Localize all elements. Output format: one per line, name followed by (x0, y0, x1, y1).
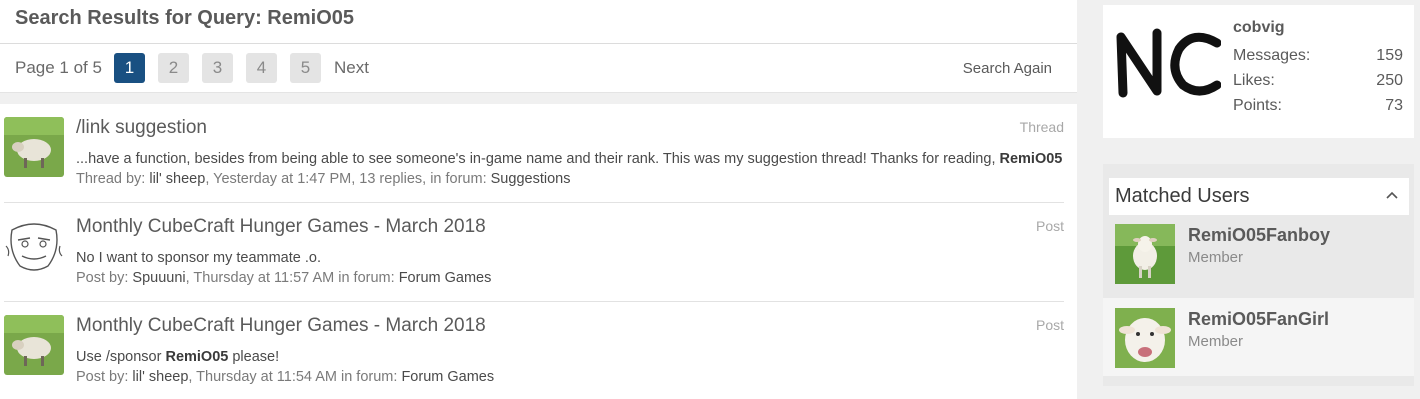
stat-points: Points: 73 (1233, 97, 1403, 115)
chevron-up-icon[interactable] (1385, 188, 1399, 202)
page-button-2[interactable]: 2 (157, 53, 189, 83)
search-results-panel: Search Results for Query: RemiO05 Page 1… (0, 0, 1077, 399)
search-result-item: Monthly CubeCraft Hunger Games - March 2… (4, 302, 1064, 399)
stat-value: 250 (1376, 72, 1403, 89)
forum-link[interactable]: Forum Games (399, 270, 492, 286)
lamb-avatar[interactable] (1115, 224, 1175, 284)
meta-details: , Thursday at 11:57 AM in forum: (185, 270, 399, 286)
snippet-text: Use /sponsor (76, 349, 166, 365)
pagination-bar: Page 1 of 5 1 2 3 4 5 Next Search Again (0, 44, 1077, 92)
author-link[interactable]: Spuuuni (132, 270, 185, 286)
page-button-4[interactable]: 4 (245, 53, 277, 83)
result-title-link[interactable]: /link suggestion (76, 117, 207, 139)
snippet-text-end: please! (228, 349, 280, 365)
stat-likes: Likes: 250 (1233, 72, 1403, 90)
stat-label: Points: (1233, 97, 1282, 114)
sheep-avatar[interactable] (4, 117, 64, 177)
title-bar: Search Results for Query: RemiO05 (0, 0, 1077, 44)
result-snippet: No I want to sponsor my teammate .o. (76, 250, 321, 266)
result-meta: Thread by: lil' sheep, Yesterday at 1:47… (76, 171, 570, 187)
search-result-item: Monthly CubeCraft Hunger Games - March 2… (4, 203, 1064, 302)
user-role-label: Member (1188, 249, 1244, 266)
snippet-text: No I want to sponsor my teammate .o. (76, 250, 321, 266)
page-count-label: Page 1 of 5 (15, 58, 102, 77)
user-role-label: Member (1188, 333, 1244, 350)
result-snippet: ...have a function, besides from being a… (76, 151, 1062, 167)
matched-username-link[interactable]: RemiO05FanGirl (1188, 309, 1329, 330)
stat-label: Messages: (1233, 47, 1311, 64)
sketch-face-avatar[interactable] (4, 216, 64, 276)
meta-prefix: Thread by: (76, 171, 150, 187)
matched-user-item[interactable]: RemiO05FanGirl Member (1103, 298, 1414, 376)
profile-avatar[interactable] (1113, 19, 1221, 109)
page-title: Search Results for Query: RemiO05 (15, 7, 355, 29)
user-profile-card: cobvig Messages: 159 Likes: 250 Points: … (1103, 5, 1414, 138)
result-type-label: Thread (1019, 119, 1064, 135)
page-button-3[interactable]: 3 (201, 53, 233, 83)
result-type-label: Post (1035, 218, 1064, 234)
snippet-text: ...have a function, besides from being a… (76, 151, 1000, 167)
page-button-5[interactable]: 5 (289, 53, 321, 83)
meta-details: , Thursday at 11:54 AM in forum: (188, 369, 402, 385)
snippet-highlight: RemiO05 (999, 151, 1063, 167)
snippet-highlight: RemiO05 (165, 349, 229, 365)
profile-username-link[interactable]: cobvig (1233, 19, 1285, 37)
section-divider (0, 92, 1077, 104)
search-result-item: /link suggestion Thread ...have a functi… (4, 104, 1064, 203)
matched-users-panel: Matched Users RemiO05Fanboy Member RemiO… (1103, 164, 1414, 386)
forum-link[interactable]: Forum Games (401, 369, 494, 385)
meta-prefix: Post by: (76, 270, 133, 286)
result-snippet: Use /sponsor RemiO05 please! (76, 349, 279, 365)
meta-details: , Yesterday at 1:47 PM, 13 replies, in f… (205, 171, 491, 187)
matched-username-link[interactable]: RemiO05Fanboy (1188, 225, 1330, 246)
stat-messages: Messages: 159 (1233, 47, 1403, 65)
lamb-avatar[interactable] (1115, 308, 1175, 368)
stat-value: 73 (1385, 97, 1403, 114)
sheep-avatar[interactable] (4, 315, 64, 375)
result-meta: Post by: lil' sheep, Thursday at 11:54 A… (76, 369, 494, 385)
result-title-link[interactable]: Monthly CubeCraft Hunger Games - March 2… (76, 315, 486, 337)
matched-users-header: Matched Users (1109, 178, 1409, 215)
author-link[interactable]: lil' sheep (149, 171, 205, 187)
matched-users-title: Matched Users (1115, 185, 1250, 207)
author-link[interactable]: lil' sheep (132, 369, 188, 385)
matched-user-item[interactable]: RemiO05Fanboy Member (1103, 214, 1414, 292)
page-button-1[interactable]: 1 (113, 53, 145, 83)
meta-prefix: Post by: (76, 369, 133, 385)
stat-label: Likes: (1233, 72, 1275, 89)
search-again-link[interactable]: Search Again (963, 60, 1052, 77)
result-title-link[interactable]: Monthly CubeCraft Hunger Games - March 2… (76, 216, 486, 238)
results-list: /link suggestion Thread ...have a functi… (0, 104, 1077, 399)
next-page-link[interactable]: Next (334, 58, 369, 78)
forum-link[interactable]: Suggestions (491, 171, 571, 187)
stat-value: 159 (1376, 47, 1403, 64)
result-type-label: Post (1035, 317, 1064, 333)
result-meta: Post by: Spuuuni, Thursday at 11:57 AM i… (76, 270, 491, 286)
